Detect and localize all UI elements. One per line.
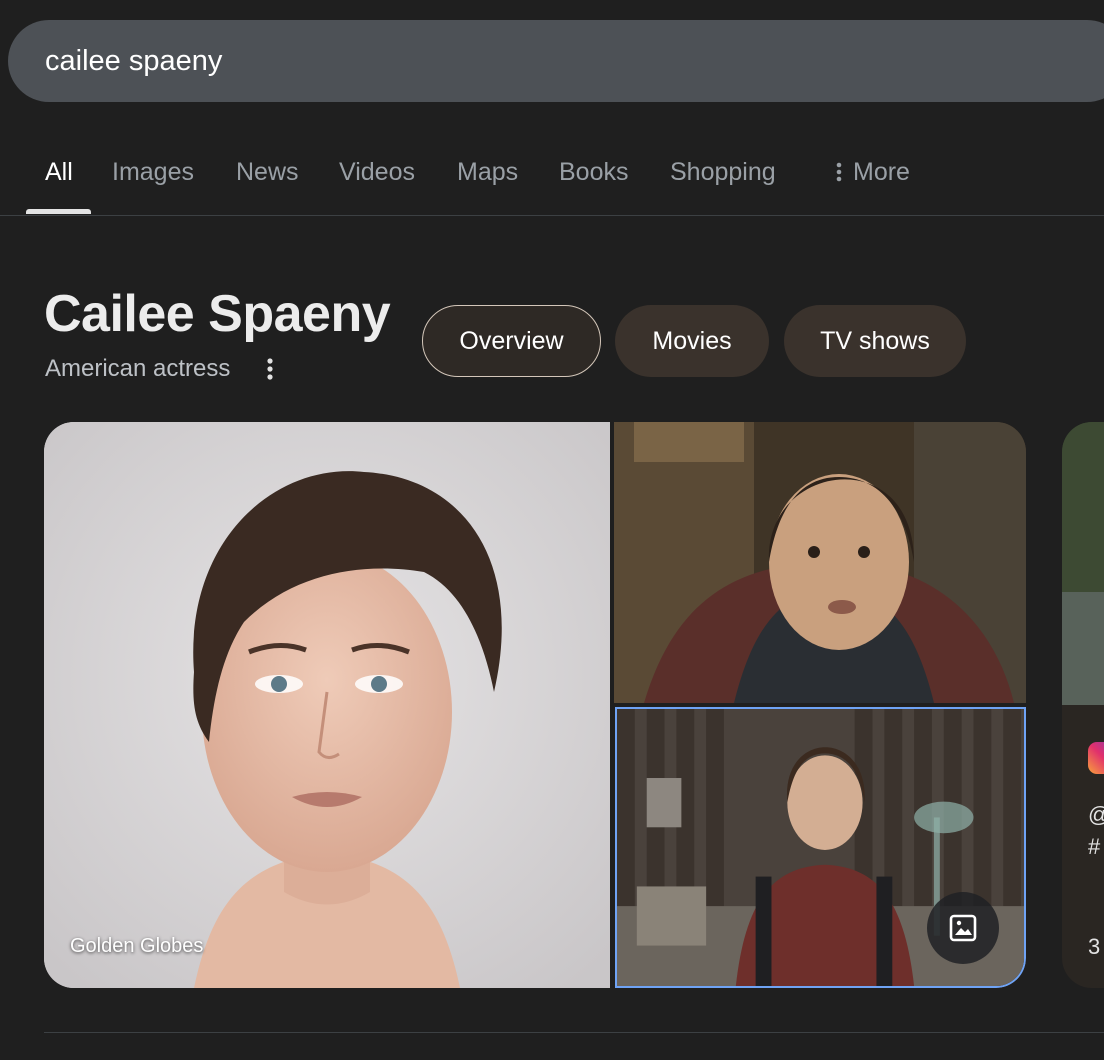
- peek-card-hashtag: #: [1088, 834, 1101, 859]
- peek-card-photo: [1062, 422, 1104, 705]
- peek-card-count: 3: [1088, 934, 1101, 959]
- chip-overview[interactable]: Overview: [422, 305, 601, 377]
- active-tab-indicator: [26, 209, 91, 214]
- search-results-page: All Images News Videos Maps Books Shoppi…: [0, 0, 1104, 1060]
- image-caption: Golden Globes: [70, 935, 204, 957]
- tab-more-label: More: [853, 158, 910, 186]
- tab-all[interactable]: All: [45, 158, 73, 187]
- scene-image-top[interactable]: [614, 422, 1026, 703]
- tab-news[interactable]: News: [236, 158, 299, 187]
- search-tabs: All Images News Videos Maps Books Shoppi…: [0, 148, 1104, 216]
- chip-tv-shows[interactable]: TV shows: [784, 305, 966, 377]
- scene-image-bottom[interactable]: [615, 707, 1026, 988]
- image-icon: [949, 914, 977, 942]
- tab-shopping[interactable]: Shopping: [670, 158, 776, 187]
- section-divider: [44, 1032, 1104, 1033]
- tab-books[interactable]: Books: [559, 158, 628, 187]
- view-images-button[interactable]: [927, 892, 999, 964]
- social-profile-card[interactable]: @ # 3: [1062, 422, 1104, 988]
- portrait-photo: [44, 422, 610, 988]
- tab-videos[interactable]: Videos: [339, 158, 415, 187]
- search-input[interactable]: [45, 20, 945, 102]
- more-vert-icon: [831, 158, 847, 187]
- entity-subtitle: American actress: [45, 355, 231, 382]
- entity-title: Cailee Spaeny: [44, 285, 391, 343]
- image-mosaic: Golden Globes: [44, 422, 1026, 988]
- scene-photo-hooded: [614, 422, 1026, 703]
- instagram-icon: [1088, 742, 1104, 774]
- search-bar[interactable]: [8, 20, 1104, 102]
- tab-more[interactable]: More: [831, 158, 910, 187]
- tab-images[interactable]: Images: [112, 158, 194, 187]
- entity-more-options-icon[interactable]: [262, 356, 278, 384]
- tab-maps[interactable]: Maps: [457, 158, 518, 187]
- chip-movies[interactable]: Movies: [615, 305, 769, 377]
- peek-card-handle: @: [1088, 802, 1104, 828]
- main-portrait-image[interactable]: Golden Globes: [44, 422, 610, 988]
